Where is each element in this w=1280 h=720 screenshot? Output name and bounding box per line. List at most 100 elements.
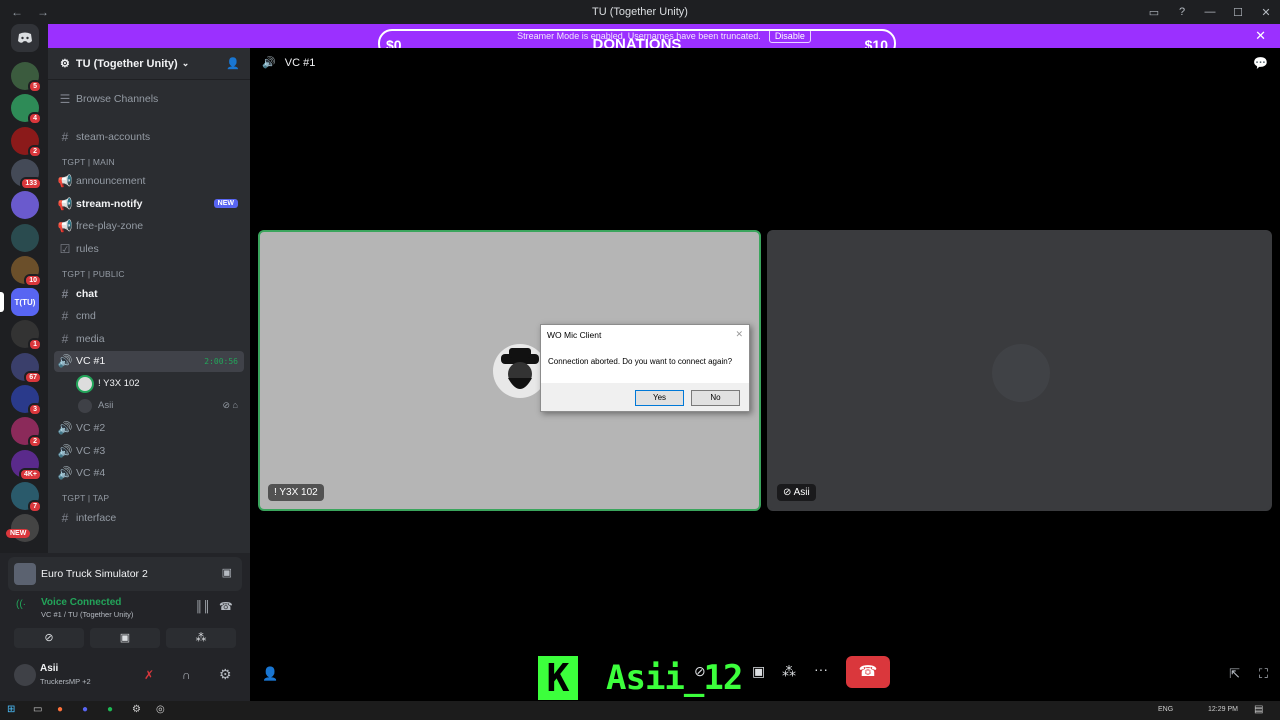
close-icon[interactable]: ✕: [1255, 28, 1266, 44]
language-indicator[interactable]: ENG: [1158, 706, 1173, 713]
screen-share-icon[interactable]: ▣: [752, 663, 765, 680]
discord-home-icon[interactable]: [11, 24, 39, 52]
server-icon[interactable]: 5: [11, 62, 42, 93]
taskbar: ⊞ ▭ ● ● ● ⚙ ◎ ENG 12:29 PM ▤: [0, 701, 1280, 720]
activities-icon[interactable]: ⁂: [782, 663, 796, 680]
camera-off-button[interactable]: ⊘: [14, 628, 84, 648]
server-icon[interactable]: 4K+: [11, 449, 42, 481]
server-icon[interactable]: 2: [11, 126, 42, 158]
channel-item[interactable]: 📢 stream-notify NEW: [54, 193, 244, 214]
activity-card[interactable]: Euro Truck Simulator 2 ▣: [8, 557, 242, 591]
mention-badge: 1: [28, 338, 42, 352]
avatar[interactable]: [14, 664, 36, 686]
channel-item[interactable]: 🔊 VC #3: [54, 440, 244, 461]
more-icon[interactable]: ···: [814, 661, 828, 677]
voice-channel[interactable]: VC #1 / TU (Together Unity): [41, 610, 133, 619]
channel-label: VC #1: [76, 355, 106, 368]
server-icon[interactable]: [11, 223, 39, 252]
discord-icon[interactable]: ●: [82, 704, 88, 715]
mute-icon[interactable]: ✗: [144, 668, 154, 682]
channel-item[interactable]: # media: [54, 328, 244, 349]
voice-member[interactable]: ! Y3X 102: [78, 373, 244, 394]
stream-icon[interactable]: ▣: [222, 566, 232, 579]
server-icon[interactable]: 10: [11, 255, 42, 287]
server-icon[interactable]: 1: [11, 320, 42, 352]
activities-button[interactable]: ⁂: [166, 628, 236, 648]
close-icon[interactable]: ✕: [735, 329, 743, 340]
megaphone-icon: 📢: [57, 219, 73, 234]
server-icon[interactable]: 2: [11, 417, 42, 449]
yes-button[interactable]: Yes: [635, 390, 684, 406]
wo-mic-dialog: WO Mic Client ✕ Connection aborted. Do y…: [540, 324, 750, 412]
voice-stage: 🔊 VC #1 💬 ! Y3X 102 ⊘ Asii 👤 ⇱ ⛶: [250, 48, 1280, 701]
channel-category[interactable]: TGPT | main: [62, 157, 115, 167]
server-icon[interactable]: [11, 191, 39, 220]
invite-icon[interactable]: 👤: [262, 666, 278, 682]
user-name[interactable]: Asii: [40, 663, 58, 674]
clock[interactable]: 12:29 PM: [1208, 706, 1238, 713]
channel-item[interactable]: ☑ rules: [54, 238, 244, 259]
avatar: [78, 398, 92, 413]
obs-icon[interactable]: ◎: [156, 704, 165, 715]
channel-item[interactable]: # steam-accounts: [54, 126, 244, 147]
spotify-icon[interactable]: ●: [107, 704, 113, 715]
participant-avatar: [493, 344, 547, 398]
overlay-name: Asii_12: [606, 658, 743, 698]
participant-tile[interactable]: ⊘ Asii: [767, 230, 1272, 511]
member-name: ! Y3X 102: [98, 378, 140, 390]
channel-item[interactable]: # chat: [54, 283, 244, 304]
channel-item[interactable]: 📢 announcement: [54, 171, 244, 192]
noise-suppression-icon[interactable]: ║║: [195, 601, 211, 613]
server-icon[interactable]: 67: [11, 352, 42, 384]
voice-member[interactable]: Asii ⊘ ⌂: [78, 395, 244, 416]
server-icon[interactable]: 133: [11, 158, 42, 190]
screen-share-button[interactable]: ▣: [90, 628, 160, 648]
notifications-icon[interactable]: ▤: [1254, 704, 1263, 715]
server-icon[interactable]: 7: [11, 481, 42, 513]
close-button[interactable]: ✕: [1252, 6, 1280, 19]
muted-deafened-icon: ⊘ ⌂: [222, 400, 238, 411]
app-icon[interactable]: ⚙: [132, 704, 141, 715]
channel-item[interactable]: # cmd: [54, 306, 244, 327]
chat-icon[interactable]: 💬: [1253, 56, 1268, 70]
channel-category[interactable]: TGPT | TAP: [62, 493, 109, 503]
browse-channels[interactable]: ☰ Browse Channels: [54, 88, 244, 109]
disconnect-button[interactable]: ☎: [846, 656, 890, 688]
channel-item[interactable]: 🔊 VC #4: [54, 463, 244, 484]
maximize-button[interactable]: ☐: [1224, 6, 1252, 19]
channel-label: cmd: [76, 310, 96, 323]
hash-icon: #: [61, 309, 69, 324]
minimize-button[interactable]: —: [1196, 6, 1224, 18]
channel-label: VC #4: [76, 467, 106, 480]
help-icon[interactable]: ?: [1168, 6, 1196, 18]
server-icon[interactable]: 3: [11, 385, 42, 416]
disconnect-icon[interactable]: ☎: [219, 600, 233, 613]
new-badge: NEW: [213, 199, 238, 209]
start-icon[interactable]: ⊞: [7, 704, 15, 715]
discord-logo-icon: [18, 32, 32, 43]
firefox-icon[interactable]: ●: [57, 704, 63, 715]
voice-status[interactable]: Voice Connected: [41, 597, 121, 608]
channel-item[interactable]: 🔊 VC #1 2:00:56: [54, 350, 244, 372]
server-icon[interactable]: 4: [11, 94, 42, 126]
channel-item[interactable]: # interface: [54, 507, 244, 528]
speaker-icon: 🔊: [57, 443, 73, 458]
selected-indicator: [0, 292, 4, 313]
channel-header: 🔊 VC #1: [262, 56, 315, 69]
fullscreen-icon[interactable]: ⛶: [1259, 666, 1268, 682]
no-button[interactable]: No: [691, 390, 740, 406]
channel-item[interactable]: 🔊 VC #2: [54, 417, 244, 438]
headphones-icon[interactable]: ∩: [182, 668, 191, 682]
server-icon[interactable]: T(TU): [0, 288, 39, 317]
inbox-icon[interactable]: ▭: [1140, 6, 1168, 19]
gear-icon[interactable]: ⚙: [219, 666, 232, 683]
invite-people-icon[interactable]: 👤: [226, 57, 240, 70]
channel-category[interactable]: TGPT | PUBLIC: [62, 269, 125, 279]
participant-avatar: [992, 344, 1050, 402]
popout-icon[interactable]: ⇱: [1229, 666, 1240, 682]
file-explorer-icon[interactable]: ▭: [33, 704, 42, 715]
speaker-icon: 🔊: [57, 466, 73, 481]
channel-item[interactable]: 📢 free-play-zone: [54, 216, 244, 237]
server-header[interactable]: ⚙ TU (Together Unity) ⌄ 👤: [48, 48, 250, 80]
channel-label: announcement: [76, 175, 146, 188]
